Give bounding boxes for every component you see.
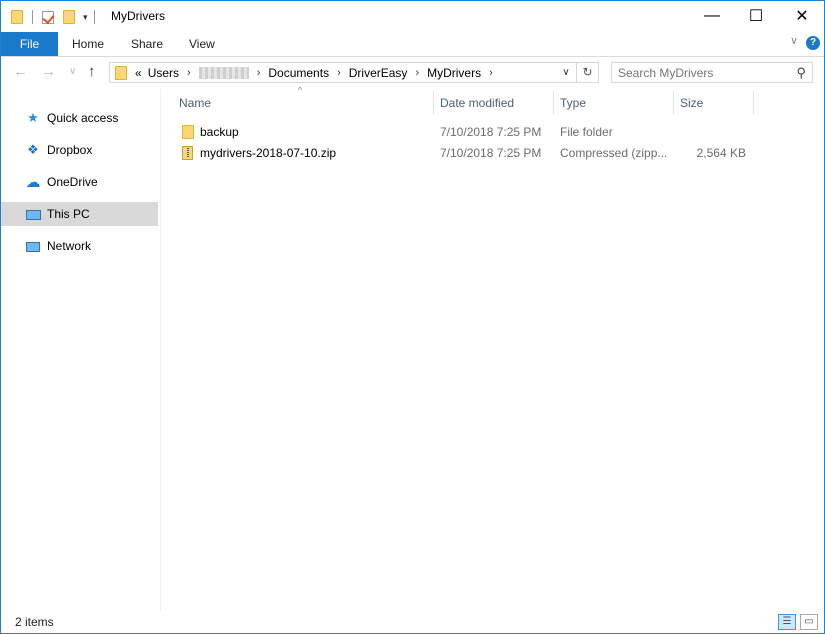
column-header-name[interactable]: Name (179, 89, 433, 117)
sidebar-item-label: Network (47, 239, 92, 253)
sidebar-item-label: Dropbox (47, 143, 93, 157)
ribbon-tabs: File Home Share View ∨ ? (1, 32, 824, 57)
file-size: 2,564 KB (696, 146, 746, 160)
breadcrumb-users[interactable]: Users (148, 66, 179, 80)
search-icon[interactable]: ⚲ (796, 65, 806, 81)
list-item[interactable]: mydrivers-2018-07-10.zip 7/10/2018 7:25 … (174, 143, 764, 164)
check-mark (42, 11, 55, 24)
sidebar-item-dropbox[interactable]: ❖ Dropbox (1, 138, 158, 162)
window-title: MyDrivers (111, 9, 165, 23)
status-bar: 2 items ☰ ▭ (1, 611, 824, 633)
address-bar[interactable]: « Users › › Documents › DriverEasy › MyD… (109, 62, 577, 83)
customize-toolbar-icon[interactable]: ▾ (83, 12, 88, 23)
sidebar-item-this-pc[interactable]: This PC (1, 202, 158, 226)
toolbar-divider (32, 10, 33, 24)
column-header-date[interactable]: Date modified (440, 89, 553, 117)
breadcrumb-mydrivers[interactable]: MyDrivers (427, 66, 481, 80)
tab-file[interactable]: File (1, 32, 58, 56)
close-button[interactable]: ✕ (779, 1, 825, 31)
file-date: 7/10/2018 7:25 PM (440, 146, 542, 160)
column-divider[interactable] (433, 91, 434, 115)
navigation-pane: ★ Quick access ❖ Dropbox ☁ OneDrive This… (1, 89, 161, 611)
breadcrumb-overflow[interactable]: « (135, 66, 142, 80)
breadcrumb-drivereasy[interactable]: DriverEasy (349, 66, 408, 80)
folder-icon (115, 65, 127, 80)
column-divider[interactable] (753, 91, 754, 115)
title-bar: ▾ MyDrivers — ☐ ✕ (1, 1, 824, 32)
expand-ribbon-icon[interactable]: ∨ (790, 34, 798, 47)
chevron-right-icon[interactable]: › (257, 67, 261, 79)
sidebar-item-label: Quick access (47, 111, 119, 125)
folder-icon (11, 10, 23, 24)
explorer-window: ▾ MyDrivers — ☐ ✕ File Home Share View ∨… (0, 0, 825, 634)
help-icon[interactable]: ? (806, 36, 820, 50)
sidebar-item-onedrive[interactable]: ☁ OneDrive (1, 170, 158, 194)
monitor-icon (24, 207, 42, 222)
file-size (680, 122, 746, 143)
file-name: mydrivers-2018-07-10.zip (200, 146, 337, 160)
navigation-bar: ← → ∨ ↑ « Users › › Documents › DriverEa… (1, 57, 824, 89)
chevron-right-icon[interactable]: › (489, 67, 493, 79)
dropbox-icon: ❖ (27, 142, 39, 157)
search-input[interactable] (618, 63, 788, 82)
file-date: 7/10/2018 7:25 PM (440, 125, 542, 139)
file-name: backup (200, 125, 239, 139)
forward-button[interactable]: → (41, 63, 56, 80)
column-divider[interactable] (673, 91, 674, 115)
sidebar-item-label: This PC (47, 207, 90, 221)
refresh-button[interactable]: ↻ (577, 62, 599, 83)
folder-icon (182, 125, 194, 139)
cloud-icon: ☁ (25, 174, 41, 191)
toolbar-divider (93, 10, 95, 24)
address-dropdown-icon[interactable]: ∨ (556, 63, 576, 82)
file-type: File folder (560, 125, 613, 139)
properties-checkbox-icon[interactable] (42, 10, 55, 24)
chevron-right-icon[interactable]: › (187, 67, 191, 79)
item-count: 2 items (15, 615, 54, 629)
chevron-right-icon[interactable]: › (415, 67, 419, 79)
chevron-right-icon[interactable]: › (337, 67, 341, 79)
search-box[interactable]: ⚲ (611, 62, 813, 83)
network-icon (24, 239, 42, 254)
sidebar-item-quick-access[interactable]: ★ Quick access (1, 106, 158, 130)
sidebar-item-network[interactable]: Network (1, 234, 158, 258)
file-type: Compressed (zipp... (560, 146, 668, 160)
breadcrumb-documents[interactable]: Documents (268, 66, 329, 80)
column-header-type[interactable]: Type (560, 89, 673, 117)
list-item[interactable]: backup 7/10/2018 7:25 PM File folder (174, 122, 764, 143)
sidebar-item-label: OneDrive (47, 175, 98, 189)
up-button[interactable]: ↑ (88, 63, 96, 80)
tab-share[interactable]: Share (131, 32, 163, 56)
details-view-button[interactable]: ☰ (778, 614, 796, 630)
back-button[interactable]: ← (13, 63, 28, 80)
new-folder-icon[interactable] (63, 10, 75, 24)
tab-view[interactable]: View (189, 32, 215, 56)
recent-locations-button[interactable]: ∨ (69, 66, 76, 77)
large-icons-view-button[interactable]: ▭ (800, 614, 818, 630)
zip-icon (182, 146, 193, 160)
column-header-size[interactable]: Size (680, 89, 753, 117)
quick-access-toolbar: ▾ (11, 7, 95, 27)
maximize-button[interactable]: ☐ (733, 1, 779, 31)
minimize-button[interactable]: — (689, 1, 735, 31)
file-list: ^ Name Date modified Type Size backup 7/… (161, 85, 824, 611)
column-divider[interactable] (553, 91, 554, 115)
star-icon: ★ (27, 110, 39, 125)
redacted-username[interactable] (198, 66, 249, 79)
tab-home[interactable]: Home (72, 32, 104, 56)
